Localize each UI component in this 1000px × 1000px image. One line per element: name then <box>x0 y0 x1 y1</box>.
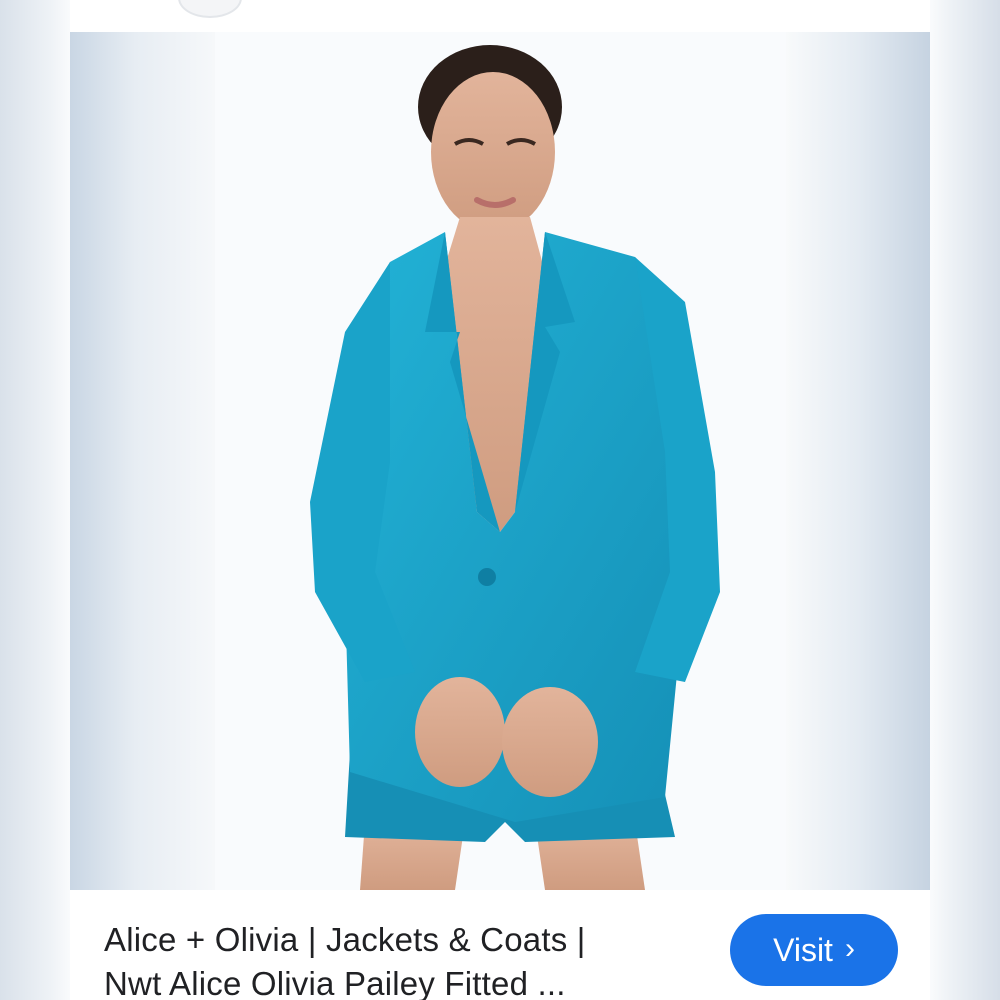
result-title[interactable]: Alice + Olivia | Jackets & Coats | Nwt A… <box>104 918 684 1000</box>
product-photo[interactable] <box>215 32 786 890</box>
visit-label: Visit <box>773 931 833 968</box>
model-illustration <box>310 45 720 890</box>
avatar[interactable] <box>178 0 242 18</box>
image-blur-backdrop-right <box>785 32 930 890</box>
face <box>431 72 555 232</box>
image-viewer-screen: Alice + Olivia | Jackets & Coats | Nwt A… <box>0 0 1000 1000</box>
chevron-right-icon: › <box>844 932 855 965</box>
top-strip <box>70 0 930 32</box>
visit-button[interactable]: Visit › <box>730 914 898 986</box>
image-preview[interactable] <box>70 32 930 890</box>
result-title-line-1[interactable]: Alice + Olivia | Jackets & Coats | <box>104 918 684 962</box>
image-blur-backdrop-left <box>70 32 215 890</box>
blazer-button <box>478 568 496 586</box>
hand-right <box>502 687 598 797</box>
result-card: Alice + Olivia | Jackets & Coats | Nwt A… <box>70 32 930 1000</box>
hand-left <box>415 677 505 787</box>
result-caption-row: Alice + Olivia | Jackets & Coats | Nwt A… <box>70 890 930 1000</box>
result-title-line-2[interactable]: Nwt Alice Olivia Pailey Fitted ... <box>104 962 684 1000</box>
